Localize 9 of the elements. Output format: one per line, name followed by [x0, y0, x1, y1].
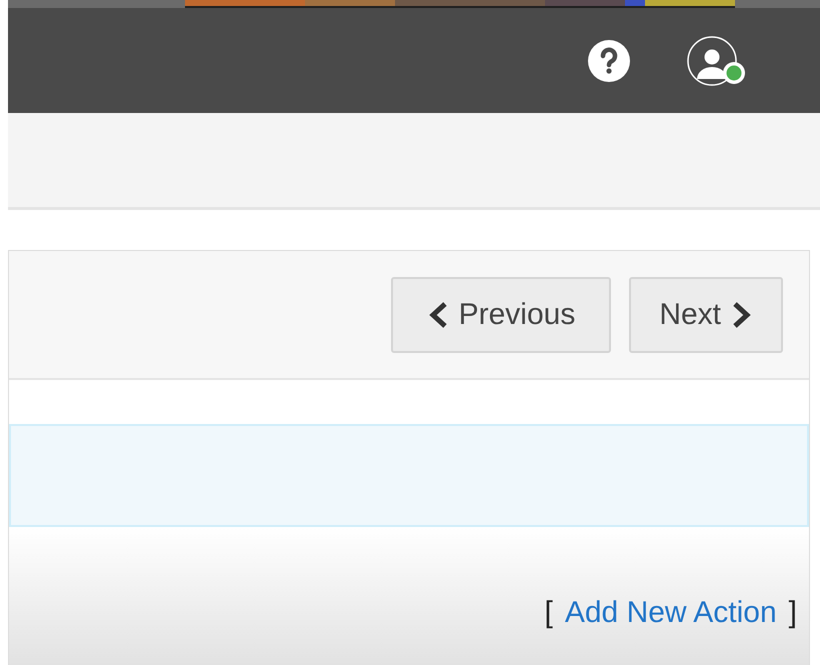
previous-button[interactable]: Previous: [390, 276, 612, 352]
bracket: [: [544, 595, 553, 631]
add-new-action-link[interactable]: Add New Action: [564, 590, 777, 635]
next-button[interactable]: Next: [629, 276, 783, 352]
chevron-right-icon: [731, 300, 753, 330]
user-account-icon[interactable]: [686, 34, 748, 86]
chevron-left-icon: [426, 300, 449, 330]
bracket: ]: [788, 595, 797, 631]
help-icon[interactable]: [588, 40, 630, 82]
